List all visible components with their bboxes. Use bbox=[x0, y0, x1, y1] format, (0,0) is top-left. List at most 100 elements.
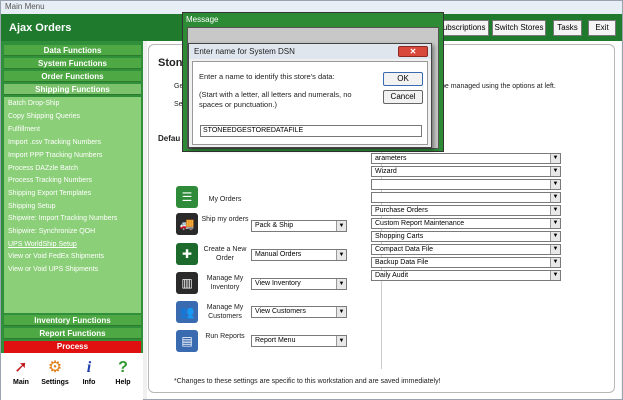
cancel-button[interactable]: Cancel bbox=[383, 90, 423, 104]
select-value: Report Menu bbox=[255, 337, 296, 344]
right-select[interactable]: Daily Audit ▼ bbox=[371, 270, 561, 281]
help-icon: ? bbox=[118, 359, 128, 376]
select-value: View Customers bbox=[255, 308, 306, 315]
sidebar-item[interactable]: Import PPP Tracking Numbers bbox=[8, 152, 102, 159]
right-select[interactable]: Shopping Carts ▼ bbox=[371, 231, 561, 242]
select-value: Custom Report Maintenance bbox=[375, 220, 465, 227]
chevron-down-icon: ▼ bbox=[336, 336, 346, 346]
chevron-down-icon: ▼ bbox=[550, 271, 560, 280]
tasks-button[interactable]: Tasks bbox=[553, 20, 582, 36]
select-value: Compact Data File bbox=[375, 246, 433, 253]
store-desc-right: be managed using the options at left. bbox=[441, 83, 556, 90]
main-window: Main Menu Ajax Orders Subscriptions Swit… bbox=[0, 0, 623, 400]
tool-label: Help bbox=[115, 379, 131, 386]
dsn-name-input[interactable]: STONEEDGESTOREDATAFILE bbox=[200, 125, 422, 137]
action-label: Run Reports bbox=[205, 333, 245, 340]
sidebar-item[interactable]: Fulfillment bbox=[8, 126, 40, 133]
sidebar-item[interactable]: UPS WorldShip Setup bbox=[8, 241, 77, 248]
sidebar-section-order[interactable]: Order Functions bbox=[4, 71, 141, 82]
sidebar-item[interactable]: Batch Drop-Ship bbox=[8, 100, 59, 107]
process-button[interactable]: Process bbox=[4, 341, 141, 353]
plus-icon: ✚ bbox=[176, 243, 198, 265]
chevron-down-icon: ▼ bbox=[336, 307, 346, 317]
settings-tool-button[interactable]: ⚙ Settings bbox=[38, 357, 72, 386]
right-select[interactable]: Custom Report Maintenance ▼ bbox=[371, 218, 561, 229]
action-label: Ship my orders bbox=[201, 216, 249, 223]
bottom-toolbar: ➚ Main ⚙ Settings i Info ? Help bbox=[1, 353, 143, 400]
sidebar-item[interactable]: Process Tracking Numbers bbox=[8, 177, 92, 184]
chevron-down-icon: ▼ bbox=[550, 232, 560, 241]
select-value: Backup Data File bbox=[375, 259, 429, 266]
sidebar-section-system[interactable]: System Functions bbox=[4, 58, 141, 69]
select-value: Purchase Orders bbox=[375, 207, 428, 214]
right-select[interactable]: ▼ bbox=[371, 192, 561, 203]
sidebar-section-report[interactable]: Report Functions bbox=[4, 328, 141, 339]
defaults-label: Defau bbox=[158, 134, 181, 143]
ship-orders-select[interactable]: Pack & Ship ▼ bbox=[251, 220, 347, 232]
right-select[interactable]: arameters ▼ bbox=[371, 153, 561, 164]
chevron-down-icon: ▼ bbox=[550, 193, 560, 202]
select-value: Pack & Ship bbox=[255, 222, 294, 229]
sidebar-item[interactable]: Shipping Setup bbox=[8, 203, 55, 210]
chevron-down-icon: ▼ bbox=[550, 219, 560, 228]
info-icon: i bbox=[86, 359, 92, 376]
sidebar-section-shipping[interactable]: Shipping Functions bbox=[4, 84, 141, 95]
cursor-icon: ➚ bbox=[14, 359, 28, 376]
right-select[interactable]: Purchase Orders ▼ bbox=[371, 205, 561, 216]
chevron-down-icon: ▼ bbox=[550, 167, 560, 176]
right-select[interactable]: Compact Data File ▼ bbox=[371, 244, 561, 255]
truck-icon: 🚚 bbox=[176, 213, 198, 235]
app-title: Ajax Orders bbox=[9, 22, 72, 34]
sidebar-item[interactable]: Copy Shipping Queries bbox=[8, 113, 80, 120]
select-value: View Inventory bbox=[255, 280, 301, 287]
chevron-down-icon: ▼ bbox=[336, 250, 346, 260]
sidebar-item[interactable]: Shipwire: Import Tracking Numbers bbox=[8, 215, 117, 222]
sidebar-item[interactable]: Shipwire: Synchronize QOH bbox=[8, 228, 95, 235]
barcode-icon: ▥ bbox=[176, 272, 198, 294]
main-tool-button[interactable]: ➚ Main bbox=[4, 357, 38, 386]
new-order-select[interactable]: Manual Orders ▼ bbox=[251, 249, 347, 261]
chevron-down-icon: ▼ bbox=[336, 279, 346, 289]
reports-select[interactable]: Report Menu ▼ bbox=[251, 335, 347, 347]
sidebar-item[interactable]: View or Void UPS Shipments bbox=[8, 266, 98, 273]
sidebar-item[interactable]: Import .csv Tracking Numbers bbox=[8, 139, 101, 146]
close-button[interactable]: ✕ bbox=[398, 46, 428, 57]
ok-button[interactable]: OK bbox=[383, 72, 423, 86]
customers-icon: 👥 bbox=[176, 301, 198, 323]
dsn-dialog-title: Enter name for System DSN bbox=[189, 44, 431, 59]
tool-label: Info bbox=[82, 379, 96, 386]
switch-stores-button[interactable]: Switch Stores bbox=[492, 20, 546, 36]
gear-icon: ⚙ bbox=[47, 359, 63, 376]
right-select[interactable]: Wizard ▼ bbox=[371, 166, 561, 177]
customers-select[interactable]: View Customers ▼ bbox=[251, 306, 347, 318]
sidebar-section-inventory[interactable]: Inventory Functions bbox=[4, 315, 141, 326]
sidebar-section-data[interactable]: Data Functions bbox=[4, 45, 141, 56]
sidebar-item[interactable]: View or Void FedEx Shipments bbox=[8, 253, 104, 260]
exit-button[interactable]: Exit bbox=[588, 20, 616, 36]
right-select[interactable]: ▼ bbox=[371, 179, 561, 190]
action-label: Create a New Order bbox=[203, 246, 247, 262]
chevron-down-icon: ▼ bbox=[550, 206, 560, 215]
action-label: My Orders bbox=[208, 196, 242, 203]
sidebar-item[interactable]: Shipping Export Templates bbox=[8, 190, 91, 197]
reports-icon: ▤ bbox=[176, 330, 198, 352]
select-value: arameters bbox=[375, 155, 407, 162]
chevron-down-icon: ▼ bbox=[336, 221, 346, 231]
select-value: Shopping Carts bbox=[375, 233, 424, 240]
tool-label: Settings bbox=[41, 379, 69, 386]
info-tool-button[interactable]: i Info bbox=[72, 357, 106, 386]
sidebar-item[interactable]: Process DAZzle Batch bbox=[8, 165, 78, 172]
select-value: Daily Audit bbox=[375, 272, 409, 279]
chevron-down-icon: ▼ bbox=[550, 180, 560, 189]
dsn-hint: (Start with a letter, all letters and nu… bbox=[199, 90, 352, 109]
action-label: Manage My Inventory bbox=[206, 275, 244, 291]
chevron-down-icon: ▼ bbox=[550, 258, 560, 267]
inventory-select[interactable]: View Inventory ▼ bbox=[251, 278, 347, 290]
chevron-down-icon: ▼ bbox=[550, 154, 560, 163]
tool-label: Main bbox=[13, 379, 29, 386]
message-dialog-title: Message bbox=[186, 15, 219, 24]
help-tool-button[interactable]: ? Help bbox=[106, 357, 140, 386]
right-select[interactable]: Backup Data File ▼ bbox=[371, 257, 561, 268]
my-orders-icon: ☰ bbox=[176, 186, 198, 208]
footnote: *Changes to these settings are specific … bbox=[174, 378, 441, 385]
